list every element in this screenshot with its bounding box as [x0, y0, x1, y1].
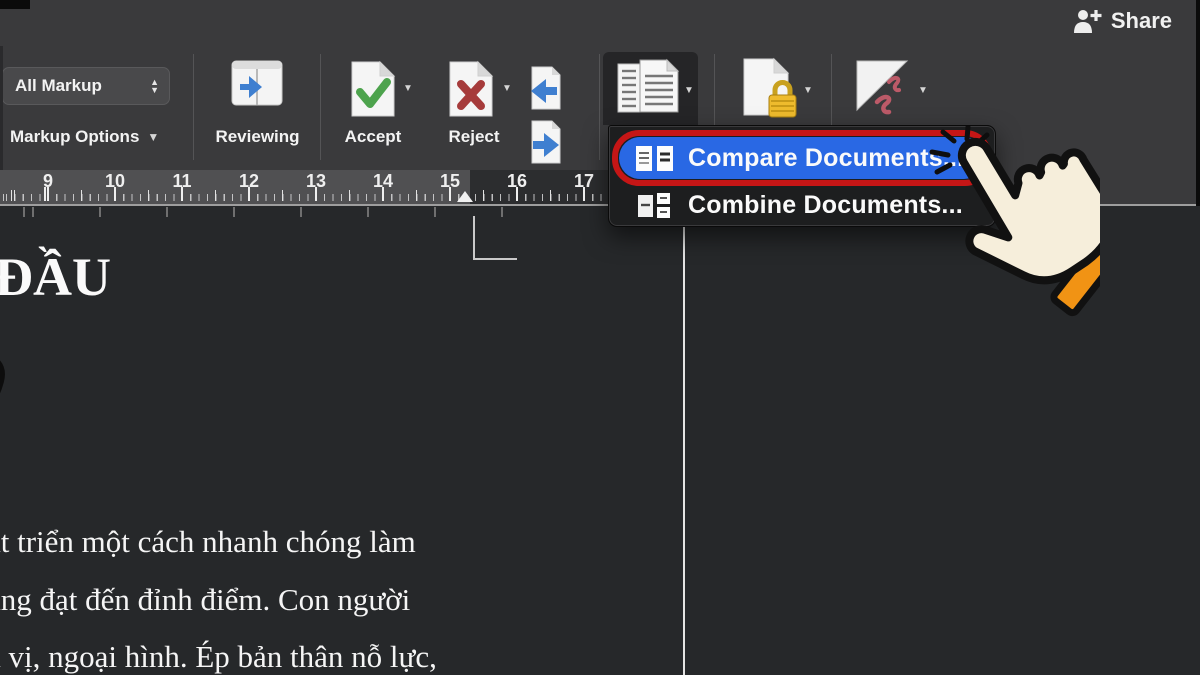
- ruler-number: 12: [239, 171, 259, 192]
- markup-view-select[interactable]: All Markup ▲ ▼: [2, 67, 170, 105]
- window-right-edge: [1196, 0, 1200, 206]
- menu-item-label: Compare Documents...: [688, 144, 964, 173]
- previous-change-icon[interactable]: [528, 65, 562, 111]
- markup-options-label: Markup Options: [10, 127, 139, 147]
- ribbon-bottom-edge: [0, 204, 1200, 206]
- title-bar: Share: [0, 0, 1200, 47]
- indent-marker[interactable]: [457, 191, 473, 202]
- menu-item-combine-documents[interactable]: Combine Documents...: [625, 188, 963, 222]
- ink-dropdown-caret[interactable]: ▼: [918, 86, 928, 96]
- document-text-line: ang đạt đến đỉnh điểm. Con người: [0, 582, 410, 618]
- menu-item-label: Combine Documents...: [688, 191, 963, 220]
- markup-view-value: All Markup: [15, 76, 102, 96]
- reject-label[interactable]: Reject: [428, 127, 520, 147]
- review-ribbon: All Markup ▲ ▼ Markup Options ▼ Reviewin…: [0, 46, 1200, 204]
- protect-dropdown-caret[interactable]: ▼: [803, 86, 813, 96]
- ruler-number: 13: [306, 171, 326, 192]
- document-text-line: a vị, ngoại hình. Ép bản thân nỗ lực,: [0, 639, 437, 675]
- stepper-arrows-icon[interactable]: ▲ ▼: [150, 78, 159, 94]
- share-button[interactable]: Share: [1072, 8, 1172, 34]
- window-corner: [0, 0, 30, 9]
- share-label: Share: [1111, 8, 1172, 34]
- reviewing-label[interactable]: Reviewing: [200, 127, 315, 147]
- ruler-number: 15: [440, 171, 460, 192]
- caret-down-icon: ▼: [147, 131, 159, 143]
- ruler-number: 16: [507, 171, 527, 192]
- ruler-number: 17: [574, 171, 594, 192]
- accept-change-icon[interactable]: [350, 60, 396, 118]
- ruler-number: 10: [105, 171, 125, 192]
- compare-dropdown-caret[interactable]: ▼: [684, 86, 694, 96]
- combine-documents-menu-icon: [637, 192, 675, 219]
- compare-documents-menu-icon: [635, 145, 675, 172]
- group-separator: [320, 54, 321, 160]
- document-text-line: át triển một cách nhanh chóng làm: [0, 524, 416, 560]
- compare-documents-icon[interactable]: [616, 58, 680, 118]
- hide-ink-icon[interactable]: [853, 58, 915, 118]
- group-separator: [599, 54, 600, 160]
- accept-dropdown-caret[interactable]: ▼: [403, 84, 413, 94]
- document-canvas[interactable]: ĐẦU át triển một cách nhanh chóng làm an…: [0, 206, 1200, 675]
- reject-change-icon[interactable]: [448, 60, 494, 118]
- margin-corner-mark: [473, 216, 475, 260]
- ruler-number: 9: [43, 171, 53, 192]
- word-review-ribbon-screenshot: Share All Markup ▲ ▼ Markup Options ▼ Re…: [0, 0, 1200, 675]
- compare-dropdown-menu: Compare Documents... Combine Documents..…: [608, 125, 996, 227]
- document-heading: ĐẦU: [0, 246, 111, 308]
- stepper-down-icon: ▼: [150, 86, 159, 94]
- margin-corner-mark: [473, 258, 517, 260]
- page-divider: [683, 206, 685, 675]
- reject-dropdown-caret[interactable]: ▼: [502, 84, 512, 94]
- markup-options-button[interactable]: Markup Options ▼: [10, 127, 159, 147]
- add-person-icon: [1072, 8, 1102, 34]
- menu-item-compare-documents[interactable]: Compare Documents...: [619, 137, 985, 179]
- ruler-number: 11: [172, 171, 191, 192]
- group-separator: [193, 54, 194, 160]
- ink-scribble: [0, 352, 26, 408]
- accept-label[interactable]: Accept: [330, 127, 416, 147]
- next-change-icon[interactable]: [528, 119, 562, 165]
- reviewing-pane-icon[interactable]: [231, 60, 283, 110]
- ruler-number: 14: [373, 171, 393, 192]
- horizontal-ruler: 9 10 11 12 13 14 15 16 17: [0, 170, 612, 204]
- protect-document-icon[interactable]: [738, 57, 800, 121]
- tab-stop-marks: [0, 207, 545, 217]
- annotation-red-ring: Compare Documents...: [612, 130, 992, 186]
